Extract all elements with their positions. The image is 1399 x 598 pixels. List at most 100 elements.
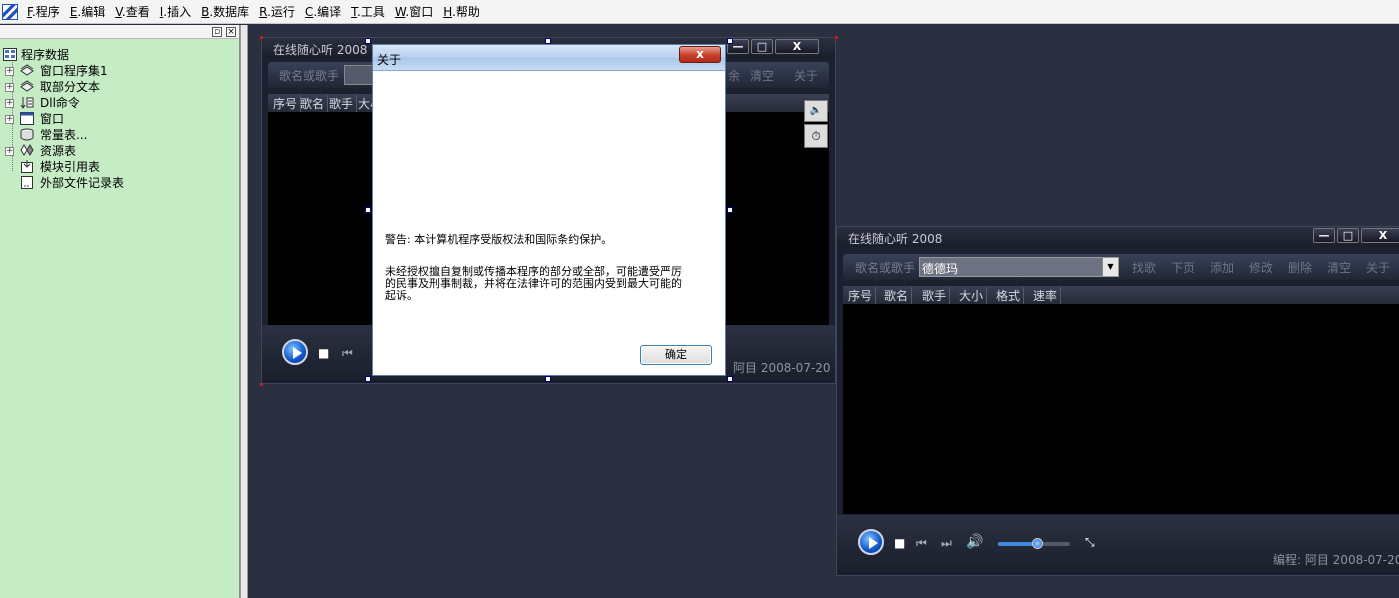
pin-button[interactable]: ▫ [212,26,222,37]
volume-slider[interactable] [998,538,1070,549]
menu-program[interactable]: F.程序 [22,0,65,24]
running-player-window[interactable]: 在线随心听 2008 — □ X 歌名或歌手 德德玛 ▼ 找歌 下页 添加 修改… [836,226,1399,576]
tree-item[interactable]: + 窗口 [0,111,239,127]
minimize-button[interactable]: — [1313,228,1335,243]
expand-icon[interactable]: + [5,99,14,108]
dll-icon [20,97,34,109]
designer-btn-partial[interactable]: 余 [728,67,740,84]
menu-tools[interactable]: T.工具 [346,0,390,24]
menu-edit[interactable]: E.编辑 [65,0,110,24]
designer-search-input[interactable] [344,65,374,85]
resize-handle[interactable] [365,376,371,382]
play-icon[interactable] [858,529,884,555]
resize-handle[interactable] [365,38,371,44]
panel-splitter[interactable] [240,25,248,598]
expand-icon[interactable]: + [5,147,14,156]
tree-item[interactable]: + 窗口程序集1 [0,63,239,79]
resize-handle[interactable] [727,376,733,382]
running-controls: ■ ⏮ ⏭ 🔊 ⤡ 编程: 阿目 2008-07-20 [837,515,1399,575]
menu-database[interactable]: B.数据库 [196,0,254,24]
prev-icon[interactable]: ⏮ [342,347,353,359]
tree-item[interactable]: + 资源表 [0,143,239,159]
volume-icon[interactable]: 🔊 [966,535,983,549]
next-icon[interactable]: ⏭ [941,537,952,549]
about-warning: 警告: 本计算机程序受版权法和国际条约保护。 [385,233,613,246]
running-song-list[interactable] [843,304,1399,514]
expand-icon[interactable]: + [5,83,14,92]
prev-icon[interactable]: ⏮ [916,537,927,549]
panel-close-button[interactable]: × [226,26,236,37]
mini-mode-icon[interactable]: ⤡ [1085,536,1095,548]
close-button[interactable]: X [1361,228,1399,243]
resize-handle[interactable] [727,207,733,213]
maximize-button[interactable]: □ [1337,228,1359,243]
chevron-down-icon[interactable]: ▼ [1102,258,1118,276]
about-title: 关于 [377,53,402,67]
col-size[interactable]: 大小 [959,287,988,304]
module-ref-icon [21,160,33,173]
col-song[interactable]: 歌名 [884,287,913,304]
tree-item[interactable]: 常量表... [0,127,239,143]
menu-help[interactable]: H.帮助 [438,0,485,24]
running-search-label: 歌名或歌手 [855,261,916,275]
running-toolbar: 歌名或歌手 德德玛 ▼ 找歌 下页 添加 修改 删除 清空 关于 [843,254,1399,280]
tree-item[interactable]: 模块引用表 [0,159,239,175]
database-icon [3,48,17,61]
add-button[interactable]: 添加 [1210,259,1234,276]
col-format[interactable]: 格式 [996,287,1025,304]
expand-icon[interactable]: + [5,67,14,76]
artist-search-combo[interactable]: 德德玛 ▼ [919,257,1119,277]
resize-handle[interactable] [545,38,551,44]
next-page-button[interactable]: 下页 [1171,259,1195,276]
expand-icon[interactable]: + [5,115,14,124]
delete-button[interactable]: 删除 [1288,259,1312,276]
find-song-button[interactable]: 找歌 [1132,259,1156,276]
about-dialog: 关于 x 警告: 本计算机程序受版权法和国际条约保护。 未经授权擅自复制或传播本… [372,44,726,376]
selection-corner [260,36,263,39]
tree-item[interactable]: + 取部分文本 [0,79,239,95]
volume-knob[interactable] [1031,538,1043,549]
tree-item-label: 常量表... [40,128,88,142]
col-bitrate[interactable]: 速率 [1033,287,1062,304]
tree-root[interactable]: 程序数据 [0,47,239,63]
resize-handle[interactable] [365,207,371,213]
tree-item[interactable]: + Dll命令 [0,95,239,111]
running-title: 在线随心听 2008 [848,232,943,246]
col-song[interactable]: 歌名 [300,95,329,112]
tree-item[interactable]: 外部文件记录表 [0,175,239,191]
col-artist[interactable]: 歌手 [329,95,358,112]
col-artist[interactable]: 歌手 [922,287,951,304]
designer-btn-about[interactable]: 关于 [794,67,818,84]
resize-handle[interactable] [545,376,551,382]
close-icon[interactable]: x [679,46,721,63]
artist-search-value: 德德玛 [922,262,959,276]
menu-run[interactable]: R.运行 [254,0,300,24]
maximize-button[interactable]: □ [751,39,773,54]
tree-root-label: 程序数据 [21,48,70,62]
play-icon[interactable] [282,339,308,365]
menu-bar: F.程序 E.编辑 V.查看 I.插入 B.数据库 R.运行 C.编译 T.工具… [0,0,1399,24]
menu-view[interactable]: V.查看 [110,0,155,24]
menu-insert[interactable]: I.插入 [155,0,196,24]
col-index[interactable]: 序号 [273,95,302,112]
menu-compile[interactable]: C.编译 [300,0,346,24]
tree-item-label: 资源表 [40,144,77,158]
about-button[interactable]: 关于 [1366,259,1390,276]
designer-btn-clear[interactable]: 清空 [750,67,774,84]
timer-icon[interactable]: ⏱ [804,124,828,148]
tree-item-label: 窗口 [40,112,65,126]
edit-button[interactable]: 修改 [1249,259,1273,276]
col-index[interactable]: 序号 [848,287,877,304]
clear-button[interactable]: 清空 [1327,259,1351,276]
close-button[interactable]: X [775,39,819,54]
resize-handle[interactable] [727,38,733,44]
module-icon [20,64,34,76]
stop-icon[interactable]: ■ [318,347,329,359]
ok-button[interactable]: 确定 [640,345,712,365]
stop-icon[interactable]: ■ [894,537,905,549]
menu-window[interactable]: W.窗口 [390,0,438,24]
tree-item-label: 外部文件记录表 [40,176,125,190]
program-tree: 程序数据 + 窗口程序集1 + 取部分文本 + Dll命令 + 窗口 常量表..… [0,39,239,191]
speaker-icon[interactable]: 🔈 [804,100,828,122]
designer-credit: 阿目 2008-07-20 [733,361,831,375]
